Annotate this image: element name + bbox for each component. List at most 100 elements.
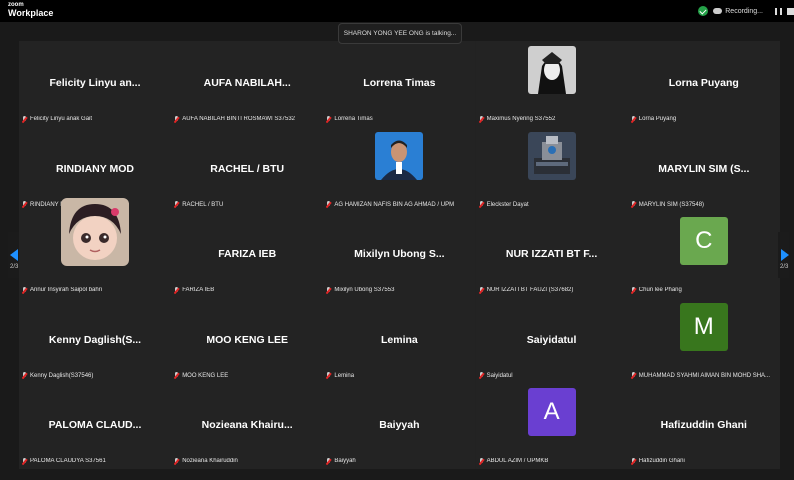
participant-display-name: PALOMA CLAUD... [48,419,142,432]
muted-mic-icon [631,372,636,379]
muted-mic-icon [631,201,636,208]
next-page-button[interactable] [778,232,789,278]
participant-name-text: MARYLIN SIM (S37548) [638,201,705,208]
participant-name-label: AUFA NABILAH BINTI ROSMAWI S37532 [174,115,319,123]
participant-display-name: NUR IZZATI BT F... [505,248,598,261]
chevron-left-icon [10,249,18,261]
participant-tile[interactable]: MARYLIN SIM (S... MARYLIN SIM (S37548) [627,126,780,213]
participant-avatar: M [679,302,728,351]
participant-tile[interactable]: Kenny Daglish(S... Kenny Daglish(S37546) [19,297,171,384]
pause-recording-icon[interactable] [775,7,782,15]
participant-tile[interactable]: MOO KENG LEE MOO KENG LEE [171,297,324,384]
muted-mic-icon [174,286,179,294]
participant-tile[interactable]: Lorrena Timas Lorrena Timas [323,41,476,127]
participant-display-name: Felicity Linyu an... [49,77,141,89]
muted-mic-icon [326,201,331,208]
security-shield-icon[interactable] [698,6,709,16]
muted-mic-icon [326,115,331,123]
participant-name-label: Annur Insyirah Saipol bahri [22,286,167,294]
muted-mic-icon [326,457,331,465]
participant-tile[interactable]: Eleckster Dayat [475,126,628,213]
participant-name-label: MUHAMMAD SYAHMI AIMAN BIN MOHD SHA... [631,372,776,379]
participant-tile[interactable]: Mixilyn Ubong S... Mixilyn Ubong S37553 [323,212,476,298]
participant-name-text: PALOMA CLAUDYA S37561 [30,458,106,465]
recording-label: Recording... [725,7,763,15]
participant-name-label: MARYLIN SIM (S37548) [631,201,776,208]
participant-tile[interactable]: Maximus Nyering S37552 [475,41,628,127]
participant-tile[interactable]: Nozieana Khairu... Nozieana Khairuddin [171,383,324,469]
participant-name-text: Lorrena Timas [334,116,373,123]
previous-page-button[interactable] [8,232,19,278]
muted-mic-icon [22,286,27,294]
muted-mic-icon [326,372,331,379]
participant-video-thumbnail [527,46,576,94]
participant-display-name: Nozieana Khairu... [201,419,293,432]
participant-name-label: Nozieana Khairuddin [174,457,319,465]
participant-name-label: Chun lee Phang [631,286,776,294]
participant-display-name: Baiyyah [379,419,420,432]
participant-name-label: Hafizuddin Ghani [631,457,776,465]
participant-display-name: MARYLIN SIM (S... [658,162,750,175]
participant-name-text: Maximus Nyering S37552 [486,116,556,123]
muted-mic-icon [631,286,636,294]
participant-tile[interactable]: Felicity Linyu an... Felicity Linyu anak … [19,41,171,127]
participant-tile[interactable]: AG HAMIZAN NAFIS BIN AG AHMAD / UPM [323,126,476,213]
participant-tile[interactable]: Hafizuddin Ghani Hafizuddin Ghani [627,383,780,469]
participant-name-text: Kenny Daglish(S37546) [30,372,94,379]
participant-video-thumbnail [527,131,576,180]
participant-tile[interactable]: Saiyidatul Saiyidatul [475,297,628,384]
muted-mic-icon [22,372,27,379]
recording-status: Recording... [698,4,794,18]
participant-tile[interactable]: FARIZA IEB FARIZA IEB [171,212,324,298]
participant-tile[interactable]: A ABDUL AZIM / UPMKB [475,383,628,469]
logo-line2: Workplace [8,8,54,18]
participant-name-label: Lemina [326,372,471,379]
participant-tile[interactable]: Baiyyah Baiyyah [323,383,476,469]
muted-mic-icon [174,201,179,208]
participant-display-name: AUFA NABILAH... [203,77,291,89]
participant-name-text: Annur Insyirah Saipol bahri [30,287,103,294]
participant-tile[interactable]: C Chun lee Phang [627,212,780,298]
participant-name-text: Nozieana Khairuddin [182,458,238,465]
participant-name-text: Hafizuddin Ghani [638,458,685,465]
participant-name-text: MUHAMMAD SYAHMI AIMAN BIN MOHD SHA... [638,372,771,379]
participant-name-text: AG HAMIZAN NAFIS BIN AG AHMAD / UPM [334,201,455,208]
muted-mic-icon [479,457,484,465]
participant-name-text: Chun lee Phang [638,287,682,294]
zoom-logo: zoom Workplace [8,2,53,18]
muted-mic-icon [22,457,27,465]
participant-name-text: Mixilyn Ubong S37553 [334,287,395,294]
participant-tile[interactable]: M MUHAMMAD SYAHMI AIMAN BIN MOHD SHA... [627,297,780,384]
participant-display-name: Kenny Daglish(S... [48,333,142,346]
participant-tile[interactable]: PALOMA CLAUD... PALOMA CLAUDYA S37561 [19,383,171,469]
participant-name-text: Saiyidatul [486,372,513,379]
participant-name-text: FARIZA IEB [182,287,215,294]
participant-avatar: C [679,217,728,266]
participant-tile[interactable]: Lemina Lemina [323,297,476,384]
muted-mic-icon [479,115,484,123]
muted-mic-icon [22,201,27,208]
participant-tile[interactable]: AUFA NABILAH... AUFA NABILAH BINTI ROSMAW… [171,41,324,127]
muted-mic-icon [479,286,484,294]
participant-tile[interactable]: Lorna Puyang Lorna Puyang [627,41,780,127]
participant-name-label: Lorrena Timas [326,115,471,123]
participant-tile[interactable]: NUR IZZATI BT F... NUR IZZATI BT FAUZI (S… [475,212,628,298]
participant-display-name: Lorna Puyang [668,77,739,89]
participant-tile[interactable]: RACHEL / BTU RACHEL / BTU [171,126,324,213]
participant-name-text: Baiyyah [334,458,356,465]
participant-name-label: NUR IZZATI BT FAUZI (S37682) [479,286,624,294]
page-indicator-right: 2/3 [780,264,789,270]
participant-name-label: Felicity Linyu anak Gait [22,115,167,123]
top-bar: zoom Workplace Recording... [0,0,794,22]
participant-name-text: Lorna Puyang [638,116,677,123]
muted-mic-icon [174,115,179,123]
stop-recording-icon[interactable] [787,7,794,15]
participant-name-label: Mixilyn Ubong S37553 [326,286,471,294]
muted-mic-icon [326,286,331,294]
participant-name-label: Eleckster Dayat [479,201,624,208]
muted-mic-icon [631,457,636,465]
participant-name-text: RACHEL / BTU [182,201,224,208]
participant-name-label: MOO KENG LEE [174,372,319,379]
participant-video-thumbnail [375,131,424,180]
participant-tile[interactable]: Annur Insyirah Saipol bahri [19,198,171,298]
